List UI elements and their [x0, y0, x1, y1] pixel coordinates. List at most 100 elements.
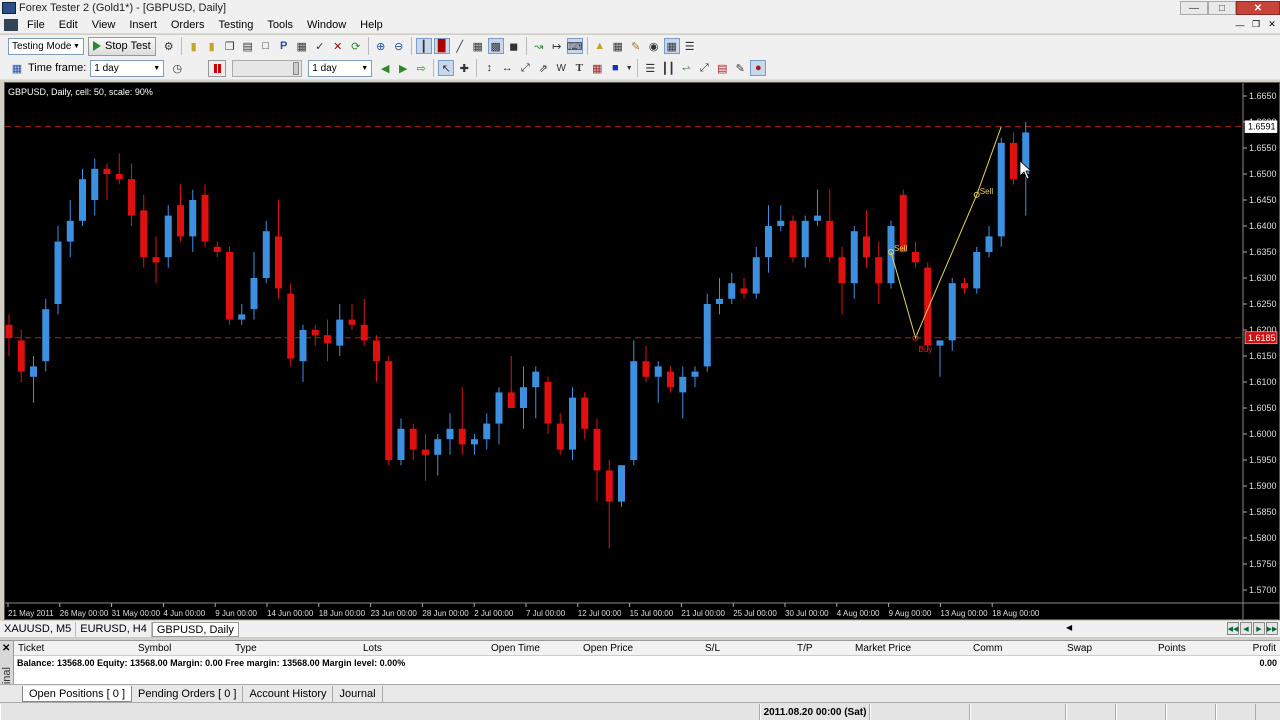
chart-tab-xauusd[interactable]: XAUUSD, M5 [0, 621, 77, 637]
tab-journal[interactable]: Journal [333, 685, 383, 702]
column-header[interactable]: Profit [1253, 643, 1276, 654]
menu-tools[interactable]: Tools [260, 19, 300, 31]
new-document-icon[interactable]: □ [258, 38, 274, 54]
candle-chart-icon[interactable]: █ [433, 38, 450, 54]
menu-file[interactable]: File [20, 19, 52, 31]
properties-icon[interactable]: P [276, 38, 292, 54]
first-tab-icon[interactable]: ◀◀ [1227, 622, 1239, 635]
settings-icon[interactable]: ⚙ [161, 38, 177, 54]
new-chart-icon[interactable]: ▦ [9, 60, 25, 76]
close-icon[interactable]: ✕ [2, 643, 10, 654]
vertical-line-icon[interactable]: ↕ [481, 60, 497, 76]
volume-icon[interactable]: ▩ [487, 38, 504, 54]
copy-icon[interactable]: ❐ [222, 38, 238, 54]
period-separator-icon[interactable]: ┃┃ [660, 60, 676, 76]
zoom-in-icon[interactable]: ⊕ [373, 38, 389, 54]
tab-account-history[interactable]: Account History [243, 685, 334, 702]
calendar-icon[interactable]: ▦ [663, 38, 680, 54]
ray-icon[interactable]: ⇗ [535, 60, 551, 76]
brush-icon[interactable]: ✎ [628, 38, 644, 54]
last-tab-icon[interactable]: ▶▶ [1266, 622, 1278, 635]
horizontal-line-icon[interactable]: ↔ [499, 60, 515, 76]
jump-icon[interactable]: ⇨ [413, 60, 429, 76]
orders-icon[interactable]: ▦ [610, 38, 626, 54]
next-tab-icon[interactable]: ▶ [1253, 622, 1265, 635]
indicators-icon[interactable]: ↝ [531, 38, 547, 54]
crosshair-icon[interactable]: ✚ [456, 60, 472, 76]
maximize-button[interactable]: □ [1208, 1, 1236, 15]
column-header[interactable]: Comm [973, 643, 1002, 654]
delete-icon[interactable]: ✕ [330, 38, 346, 54]
column-header[interactable]: Symbol [138, 643, 171, 654]
camera-icon[interactable]: ◉ [646, 38, 662, 54]
chart-tab-eurusd[interactable]: EURUSD, H4 [76, 621, 152, 637]
mdi-minimize-button[interactable]: — [1232, 18, 1248, 32]
timeframe-select[interactable]: 1 day ▼ [90, 59, 165, 77]
column-header[interactable]: T/P [797, 643, 813, 654]
line-chart-icon[interactable]: ╱ [452, 38, 468, 54]
bar-chart-icon[interactable]: ┃ [415, 38, 432, 54]
channel-icon[interactable]: ☰ [642, 60, 658, 76]
mode-select[interactable]: Testing Mode ▼ [8, 37, 84, 55]
menu-orders[interactable]: Orders [164, 19, 212, 31]
menu-testing[interactable]: Testing [212, 19, 261, 31]
fib-retracement-icon[interactable]: ▤ [714, 60, 730, 76]
close-button[interactable]: ✕ [1236, 1, 1280, 15]
column-header[interactable]: Lots [363, 643, 382, 654]
menu-help[interactable]: Help [353, 19, 390, 31]
column-header[interactable]: S/L [705, 643, 720, 654]
menu-view[interactable]: View [85, 19, 123, 31]
fib-fan-icon[interactable]: ⤢ [696, 60, 712, 76]
horizontal-scrollbar[interactable]: ◀ [1066, 623, 1206, 636]
grid-icon[interactable]: ▦ [470, 38, 486, 54]
speed-slider[interactable] [232, 59, 303, 77]
zoom-out-icon[interactable]: ⊖ [391, 38, 407, 54]
chart-shift-icon[interactable]: ◼ [506, 38, 522, 54]
modify-icon[interactable]: ▦ [294, 38, 310, 54]
column-header[interactable]: Ticket [18, 643, 44, 654]
andrews-pitchfork-icon[interactable]: ⥋ [678, 60, 694, 76]
chart-tab-gbpusd[interactable]: GBPUSD, Daily [151, 621, 239, 637]
open-folder-icon[interactable]: ▮ [186, 38, 202, 54]
save-icon[interactable]: ▮ [204, 38, 220, 54]
trend-line-icon[interactable]: ⤢ [517, 60, 533, 76]
column-header[interactable]: Points [1158, 643, 1186, 654]
minimize-button[interactable]: — [1180, 1, 1208, 15]
chart-window-icon[interactable] [4, 18, 18, 31]
chevron-down-icon[interactable]: ▼ [625, 60, 633, 76]
mdi-close-button[interactable]: ✕ [1264, 18, 1280, 32]
column-header[interactable]: Open Time [491, 643, 540, 654]
templates-icon[interactable]: ▲ [592, 38, 608, 54]
cursor-icon[interactable]: ↖ [438, 60, 455, 76]
column-header[interactable]: Open Price [583, 643, 633, 654]
tab-open-positions[interactable]: Open Positions [ 0 ] [22, 685, 132, 702]
column-header[interactable]: Swap [1067, 643, 1092, 654]
speed-icon[interactable]: ◷ [169, 60, 185, 76]
magnet-icon[interactable]: ● [750, 60, 767, 76]
price-chart[interactable]: 1.66501.66001.65501.65001.64501.64001.63… [4, 82, 1280, 621]
step-back-icon[interactable]: ◀ [377, 60, 393, 76]
refresh-icon[interactable]: ⟳ [348, 38, 364, 54]
mdi-restore-button[interactable]: ❐ [1248, 18, 1264, 32]
step-forward-icon[interactable]: ▶ [395, 60, 411, 76]
pause-button[interactable] [208, 59, 227, 77]
pencil-icon[interactable]: ✎ [732, 60, 748, 76]
chart-canvas[interactable]: 1.66501.66001.65501.65001.64501.64001.63… [5, 83, 1280, 621]
ruler-icon[interactable]: ⌨ [566, 38, 583, 54]
prev-tab-icon[interactable]: ◀ [1240, 622, 1252, 635]
text-icon[interactable]: T [571, 60, 587, 76]
menu-window[interactable]: Window [300, 19, 353, 31]
menu-edit[interactable]: Edit [52, 19, 85, 31]
fibonacci-icon[interactable]: ▦ [589, 60, 605, 76]
check-icon[interactable]: ✓ [312, 38, 328, 54]
slider-thumb[interactable] [293, 61, 300, 75]
autoscroll-icon[interactable]: ↦ [549, 38, 565, 54]
column-header[interactable]: Type [235, 643, 257, 654]
column-header[interactable]: Market Price [855, 643, 911, 654]
menu-insert[interactable]: Insert [122, 19, 164, 31]
step-timeframe-select[interactable]: 1 day ▼ [308, 59, 373, 77]
wave-icon[interactable]: W [553, 60, 569, 76]
stop-test-button[interactable]: Stop Test [88, 36, 156, 56]
paste-icon[interactable]: ▤ [240, 38, 256, 54]
list-icon[interactable]: ☰ [682, 38, 698, 54]
